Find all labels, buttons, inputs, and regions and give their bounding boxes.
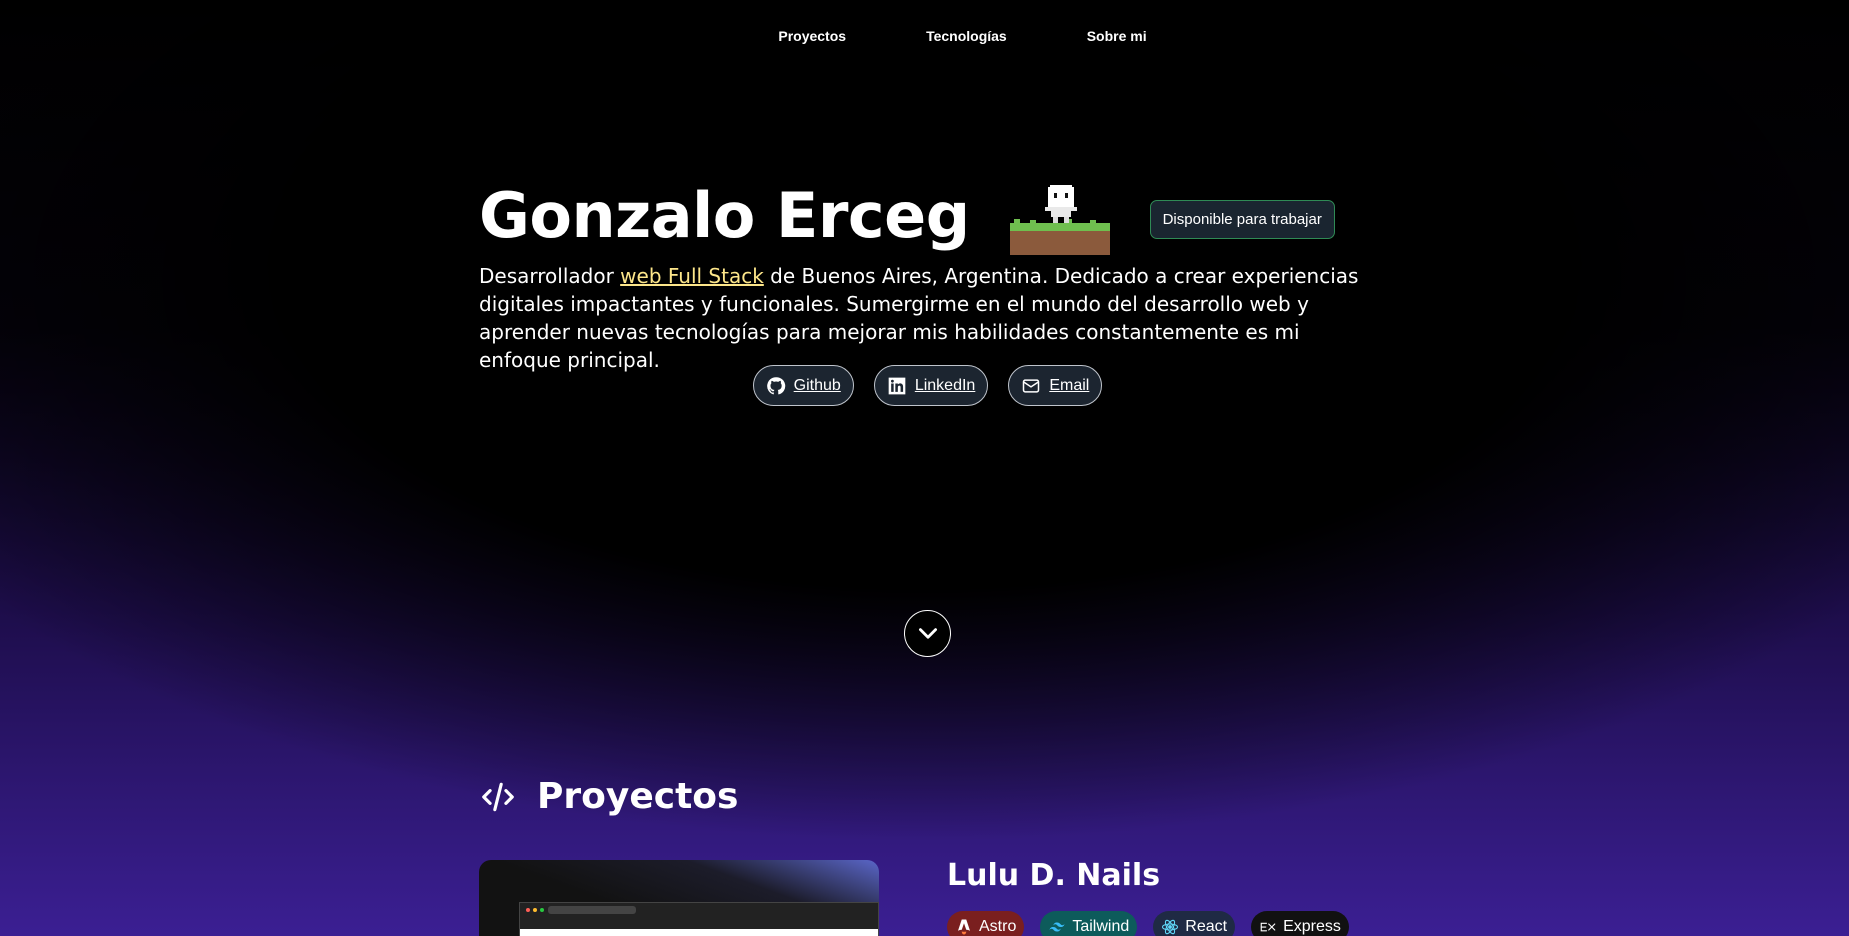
page-title: Gonzalo Erceg — [479, 178, 970, 252]
linkedin-label: LinkedIn — [914, 376, 976, 394]
tag-express-label: Express — [1283, 918, 1341, 935]
scroll-down-button[interactable] — [904, 610, 951, 657]
github-label: Github — [793, 376, 841, 394]
hero-section: Gonzalo Erceg Disponible para trabajar D… — [479, 170, 1359, 374]
desc-prefix: Desarrollador — [479, 264, 621, 288]
express-icon — [1260, 922, 1276, 932]
projects-heading: Proyectos — [479, 776, 738, 817]
email-button[interactable]: Email — [1008, 365, 1103, 406]
page-preview — [520, 929, 878, 936]
project-title: Lulu D. Nails — [947, 858, 1161, 893]
project-thumbnail[interactable] — [479, 860, 879, 936]
status-badge: Disponible para trabajar — [1149, 199, 1335, 239]
linkedin-icon — [888, 377, 906, 394]
top-nav: Proyectos Tecnologías Sobre mi — [0, 28, 1849, 44]
social-links: Github LinkedIn Email — [0, 365, 1849, 406]
chevron-down-icon — [918, 627, 937, 639]
title-row: Gonzalo Erceg Disponible para trabajar — [479, 170, 1359, 260]
tag-tailwind-label: Tailwind — [1072, 918, 1130, 935]
desc-highlight: web Full Stack — [620, 264, 764, 288]
nav-item-proyectos[interactable]: Proyectos — [778, 28, 846, 44]
nav-item-sobre-mi[interactable]: Sobre mi — [1087, 28, 1147, 44]
tag-express: Express — [1251, 911, 1349, 936]
hero-description: Desarrollador web Full Stack de Buenos A… — [479, 262, 1359, 374]
code-icon — [482, 782, 514, 811]
email-label: Email — [1049, 376, 1090, 394]
tag-astro-label: Astro — [979, 918, 1017, 935]
tailwind-icon — [1049, 922, 1065, 932]
astro-icon — [958, 919, 970, 935]
background-gradient — [0, 0, 1849, 936]
project-tags: Astro Tailwind React Express — [947, 911, 1349, 936]
mail-icon — [1023, 378, 1040, 393]
tag-react: React — [1153, 911, 1236, 936]
window-dots — [526, 908, 544, 912]
linkedin-button[interactable]: LinkedIn — [873, 365, 989, 406]
github-icon — [766, 376, 785, 394]
browser-mockup — [519, 902, 879, 936]
projects-title: Proyectos — [537, 776, 739, 817]
url-bar — [548, 906, 636, 914]
pixel-character-icon — [1009, 185, 1110, 255]
tag-tailwind: Tailwind — [1040, 911, 1138, 936]
nav-item-tecnologias[interactable]: Tecnologías — [926, 28, 1007, 44]
react-icon — [1162, 919, 1179, 935]
tag-astro: Astro — [947, 911, 1025, 936]
github-button[interactable]: Github — [752, 365, 854, 406]
tag-react-label: React — [1185, 918, 1228, 935]
